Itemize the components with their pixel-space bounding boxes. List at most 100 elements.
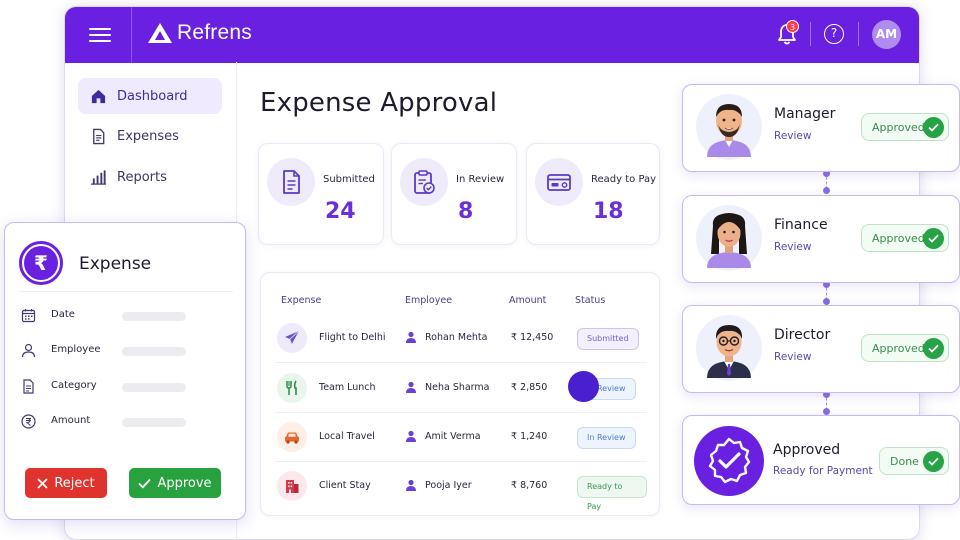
table-row[interactable]: Flight to Delhi Rohan Mehta ₹ 12,450 Sub… xyxy=(275,315,647,363)
help-icon[interactable]: ? xyxy=(824,24,844,44)
workflow-step-title: Manager xyxy=(774,106,836,122)
stat-icon-bg xyxy=(267,158,315,206)
workflow-step-finance[interactable]: Finance Review Approved xyxy=(682,195,960,283)
stat-icon-bg xyxy=(400,158,448,206)
stat-icon-bg xyxy=(535,158,583,206)
user-icon xyxy=(406,331,416,343)
workflow-connector-dot xyxy=(823,408,830,415)
expense-name: Team Lunch xyxy=(319,382,376,393)
check-circle-icon xyxy=(923,228,944,249)
car-icon xyxy=(285,432,299,444)
field-employee[interactable]: Employee xyxy=(21,342,221,360)
check-icon xyxy=(138,478,152,489)
reject-button[interactable]: Reject xyxy=(25,468,107,498)
topbar-separator xyxy=(858,22,859,46)
bar-chart-icon xyxy=(90,169,107,185)
table-header: Expense xyxy=(281,295,322,306)
stat-label: Submitted xyxy=(323,174,375,185)
plane-icon xyxy=(285,330,300,344)
row-icon-bg xyxy=(277,471,307,501)
sidebar-item-label: Expenses xyxy=(117,128,179,144)
pointer-cursor xyxy=(568,371,599,402)
field-date[interactable]: Date xyxy=(21,307,221,325)
table-row[interactable]: Local Travel Amit Verma ₹ 1,240 In Revie… xyxy=(275,414,647,462)
user-icon xyxy=(406,381,416,393)
table-row[interactable]: Client Stay Pooja Iyer ₹ 8,760 Ready to … xyxy=(275,463,647,511)
manager-avatar xyxy=(696,94,762,160)
workflow-step-subtitle: Review xyxy=(774,241,812,253)
workflow-step-title: Director xyxy=(774,327,831,343)
panel-divider xyxy=(19,291,233,292)
reject-button-label: Reject xyxy=(54,475,95,491)
user-icon xyxy=(21,343,36,358)
expense-name: Flight to Delhi xyxy=(319,332,386,343)
rupee-icon xyxy=(21,414,36,429)
approve-button-label: Approve xyxy=(157,475,212,491)
field-value-placeholder xyxy=(122,383,186,392)
employee-name: Pooja Iyer xyxy=(425,480,472,491)
workflow-step-subtitle: Review xyxy=(774,351,812,363)
check-circle-icon xyxy=(923,117,944,138)
field-amount[interactable]: Amount xyxy=(21,413,221,431)
payment-card-icon xyxy=(547,174,571,191)
sidebar-item-expenses[interactable]: Expenses xyxy=(78,118,222,154)
stat-card-submitted[interactable]: Submitted 24 xyxy=(258,143,384,245)
workflow-step-director[interactable]: Director Review Approved xyxy=(682,305,960,393)
workflow-status-label: Done xyxy=(890,454,919,468)
file-icon xyxy=(283,170,300,194)
status-badge: In Review xyxy=(577,427,636,449)
workflow-status-badge: Approved xyxy=(861,334,949,362)
field-category[interactable]: Category xyxy=(21,378,221,396)
expense-table: Expense Employee Amount Status Flight to… xyxy=(260,272,660,516)
stat-label: In Review xyxy=(456,174,505,185)
finance-avatar xyxy=(696,205,762,271)
field-value-placeholder xyxy=(122,418,186,427)
sidebar-item-dashboard[interactable]: Dashboard xyxy=(78,78,222,114)
table-header: Employee xyxy=(405,295,453,306)
workflow-step-approved[interactable]: Approved Ready for Payment Done xyxy=(682,415,960,505)
workflow-connector-dot xyxy=(823,187,830,194)
stat-card-in-review[interactable]: In Review 8 xyxy=(391,143,517,245)
field-label: Amount xyxy=(51,415,91,426)
stat-value: 8 xyxy=(458,199,474,224)
row-icon-bg xyxy=(277,323,307,353)
employee-name: Neha Sharma xyxy=(425,382,490,393)
stat-label: Ready to Pay xyxy=(591,174,657,185)
stat-value: 18 xyxy=(593,199,624,224)
workflow-status-badge: Approved xyxy=(861,224,949,252)
approve-button[interactable]: Approve xyxy=(129,468,221,498)
sidebar-item-label: Dashboard xyxy=(117,88,188,104)
workflow-status-label: Approved xyxy=(872,231,925,245)
verified-badge-icon xyxy=(694,426,764,496)
field-value-placeholder xyxy=(122,312,186,321)
workflow-status-badge: Approved xyxy=(861,113,949,141)
expense-amount: ₹ 2,850 xyxy=(511,382,548,393)
row-icon-bg xyxy=(277,373,307,403)
expense-amount: ₹ 12,450 xyxy=(511,332,554,343)
user-icon xyxy=(406,430,416,442)
stat-value: 24 xyxy=(325,199,356,224)
field-label: Date xyxy=(51,309,75,320)
field-value-placeholder xyxy=(122,347,186,356)
expense-detail-panel: ₹ Expense Date Employee Category Amount … xyxy=(4,222,246,520)
workflow-step-title: Finance xyxy=(774,217,828,233)
status-badge: Submitted xyxy=(577,328,639,350)
employee-name: Rohan Mehta xyxy=(425,332,488,343)
workflow-step-subtitle: Review xyxy=(774,130,812,142)
workflow-step-manager[interactable]: Manager Review Approved xyxy=(682,84,960,172)
stat-card-ready-to-pay[interactable]: Ready to Pay 18 xyxy=(526,143,660,245)
calendar-icon xyxy=(21,309,36,323)
director-avatar xyxy=(696,315,762,381)
building-icon xyxy=(286,480,299,493)
home-icon xyxy=(91,89,106,103)
user-icon xyxy=(406,479,416,491)
expense-panel-title: Expense xyxy=(79,254,152,274)
expense-name: Client Stay xyxy=(319,480,371,491)
user-avatar[interactable]: AM xyxy=(872,20,901,49)
row-icon-bg xyxy=(277,422,307,452)
topbar-separator xyxy=(810,22,811,46)
page-title: Expense Approval xyxy=(260,88,498,118)
field-label: Category xyxy=(51,380,97,391)
expense-amount: ₹ 1,240 xyxy=(511,431,548,442)
sidebar-item-reports[interactable]: Reports xyxy=(78,159,222,195)
